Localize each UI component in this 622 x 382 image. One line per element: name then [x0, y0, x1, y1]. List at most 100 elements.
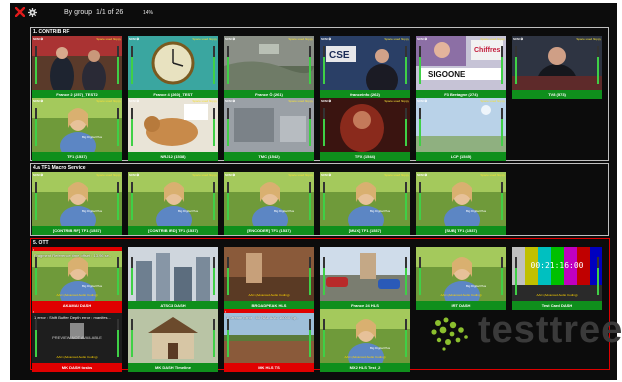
monitor-tile[interactable]: Big Digital Plus SCM ❂ Space used floppy [C… [128, 172, 218, 235]
monitor-tile[interactable]: France 24 HLS [320, 247, 410, 310]
monitor-tile[interactable]: Big Digital Plus SCM ❂ Space used floppy TF… [32, 98, 122, 161]
group-title: 5. OTT [33, 240, 49, 246]
stat-readout: 14% [143, 10, 154, 16]
tile-caption: [ENCODER] TF1 (1537) [224, 226, 314, 235]
multiviewer: By group 1/1 of 26 14% 1. CONTRIB RF 4.a… [10, 3, 622, 380]
tile-caption: TMC (1542) [224, 152, 314, 161]
video-thumbnail [512, 36, 602, 90]
svg-text:Big Digital Plus: Big Digital Plus [466, 284, 487, 288]
audio-meter-right [309, 46, 311, 84]
monitor-tile[interactable]: SCM ❂ Space used floppy France 2 (257)_TES… [32, 36, 122, 99]
video-thumbnail [224, 98, 314, 152]
tile-flag: Space used floppy [480, 99, 505, 103]
audio-meter-right [501, 182, 503, 220]
audio-meter-left [227, 182, 229, 220]
tile-caption: [MUX] TF1 (1537) [320, 226, 410, 235]
tile-badge: SCM ❂ [321, 173, 332, 177]
tile-flag: Space used floppy [480, 173, 505, 177]
video-thumbnail: Big Digital Plus [128, 172, 218, 226]
monitor-tile[interactable]: SCM ❂ Space used floppy TFX (1544) [320, 98, 410, 161]
tile-badge: SCM ❂ [129, 37, 140, 41]
audio-meter-left [419, 182, 421, 220]
tile-flag: Space used floppy [384, 99, 409, 103]
audio-meter-left [227, 108, 229, 146]
tile-caption: MX2 HLS Test_2 [320, 363, 410, 372]
logo-text: testtree [478, 309, 622, 351]
tile-flag: Space used floppy [384, 37, 409, 41]
svg-text:Big Digital Plus: Big Digital Plus [82, 284, 103, 288]
tile-badge: SCM ❂ [417, 99, 428, 103]
gear-icon[interactable] [28, 8, 37, 17]
monitor-tile[interactable]: CSE SCM ❂ Space used floppy franceinfo (262… [320, 36, 410, 99]
tile-flag: Space used floppy [576, 37, 601, 41]
tile-badge: SCM ❂ [417, 37, 428, 41]
monitor-tile[interactable]: Big Digital Plus! Fragment Reference time… [32, 247, 122, 310]
alarm-indicator [224, 309, 314, 313]
monitor-tile[interactable]: SCM ❂ Space used floppy NRJ12 (1538) [128, 98, 218, 161]
tile-caption: TF1 (1537) [32, 152, 122, 161]
monitor-tile[interactable]: SCM ❂ Space used floppy France Ô (261) [224, 36, 314, 99]
video-thumbnail: Chiffres SIGOONE [416, 36, 506, 90]
tile-caption: MK DASH Timeline [128, 363, 218, 372]
audio-codec-label: AAC (Advanced Audio Coding) [536, 293, 578, 297]
grouping-selector[interactable]: By group [64, 9, 92, 16]
tile-flag: Space used floppy [480, 37, 505, 41]
audio-meter-left [131, 182, 133, 220]
audio-meter-right [309, 108, 311, 146]
svg-text:Big Digital Plus: Big Digital Plus [82, 209, 103, 213]
audio-meter-right [309, 257, 311, 295]
tile-badge: SCM ❂ [33, 173, 44, 177]
audio-meter-right [213, 182, 215, 220]
audio-meter-right [501, 108, 503, 146]
audio-meter-right [405, 319, 407, 357]
audio-meter-left [323, 46, 325, 84]
video-thumbnail: Big Digital Plus [224, 172, 314, 226]
monitor-tile[interactable]: Chiffres SIGOONE SCM ❂ Space used floppy F3 … [416, 36, 506, 99]
monitor-tile[interactable]: Big Digital Plus SCM ❂ Space used floppy [C… [32, 172, 122, 235]
monitor-tile[interactable]: ! 1 error : Shift Buffer Depth error : ma… [32, 309, 122, 372]
svg-text:SIGOONE: SIGOONE [428, 70, 466, 79]
tile-badge: SCM ❂ [129, 99, 140, 103]
video-thumbnail [128, 247, 218, 301]
toolbar: By group 1/1 of 26 14% [10, 3, 617, 23]
audio-codec-label: AAC (Advanced Audio Coding) [56, 293, 98, 297]
audio-meter-right [117, 257, 119, 295]
audio-meter-right [597, 46, 599, 84]
monitor-tile[interactable]: Big Digital Plus AAC (Advanced Audio Codi… [320, 309, 410, 372]
audio-meter-left [131, 319, 133, 357]
monitor-tile[interactable]: SCM ❂ Space used floppy LCP (1545) [416, 98, 506, 161]
svg-text:Big Digital Plus: Big Digital Plus [370, 346, 391, 350]
video-thumbnail: Big Digital Plus [32, 172, 122, 226]
tile-flag: Space used floppy [96, 99, 121, 103]
monitor-tile[interactable]: ! 1 Stream Error : 60 NAL AAC 16000 Sp.. M… [224, 309, 314, 372]
tile-flag: Space used floppy [192, 37, 217, 41]
monitor-tile[interactable]: 00:21:16:00 AAC (Advanced Audio Coding) Te… [512, 247, 602, 310]
monitor-tile[interactable]: Big Digital Plus SCM ❂ Space used floppy [E… [224, 172, 314, 235]
monitor-tile[interactable]: SCM ❂ Space used floppy TV8 (573) [512, 36, 602, 99]
tile-flag: Space used floppy [288, 173, 313, 177]
audio-meter-left [35, 257, 37, 295]
tile-caption: NRJ12 (1538) [128, 152, 218, 161]
tile-flag: Space used floppy [288, 99, 313, 103]
close-icon[interactable] [15, 7, 25, 17]
tile-badge: ! [225, 310, 226, 314]
monitor-tile[interactable]: SCM ❂ Space used floppy France 4 (260)_TES… [128, 36, 218, 99]
audio-meter-right [213, 319, 215, 357]
audio-meter-right [213, 46, 215, 84]
tile-badge: SCM ❂ [33, 99, 44, 103]
monitor-tile[interactable]: ATSC3 DASH [128, 247, 218, 310]
group-title: 4.a TF1 Macro Service [33, 165, 86, 171]
audio-meter-left [227, 319, 229, 357]
monitor-tile[interactable]: MK DASH Timeline [128, 309, 218, 372]
tile-caption: [CONTRIB IRD] TF1 (1537) [128, 226, 218, 235]
tile-badge: SCM ❂ [321, 37, 332, 41]
svg-text:Big Digital Plus: Big Digital Plus [82, 135, 103, 139]
audio-meter-left [35, 46, 37, 84]
monitor-tile[interactable]: Big Digital Plus SCM ❂ Space used floppy [S… [416, 172, 506, 235]
monitor-tile[interactable]: AAC (Advanced Audio Coding) BROADPEAK HLS [224, 247, 314, 310]
audio-meter-right [309, 319, 311, 357]
monitor-tile[interactable]: Big Digital Plus SCM ❂ Space used floppy [M… [320, 172, 410, 235]
tile-flag: Space used floppy [192, 99, 217, 103]
monitor-tile[interactable]: Big Digital Plus AAC (Advanced Audio Codi… [416, 247, 506, 310]
monitor-tile[interactable]: SCM ❂ Space used floppy TMC (1542) [224, 98, 314, 161]
